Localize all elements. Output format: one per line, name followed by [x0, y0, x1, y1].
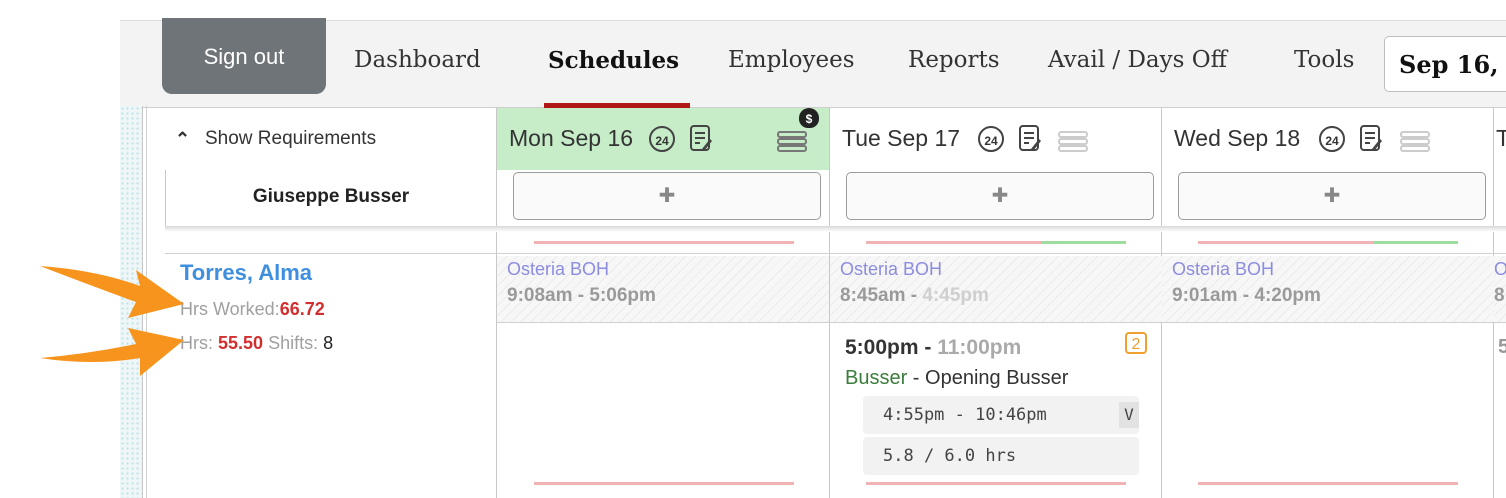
shift-hours: 5.8 / 6.0 hrs	[863, 437, 1139, 475]
nav-dashboard[interactable]: Dashboard	[354, 47, 481, 73]
coverage-bar-filled	[1041, 241, 1126, 244]
coverage-bar	[866, 241, 1041, 244]
punch-times: 4:55pm - 10:46pm V	[863, 396, 1139, 434]
verified-flag[interactable]: V	[1119, 402, 1139, 428]
coverage-bar	[534, 482, 794, 485]
add-shift-cell-mon: ✚	[496, 170, 829, 226]
day-header-mon[interactable]: Mon Sep 16 24 $	[496, 108, 829, 170]
notes-icon[interactable]	[1360, 125, 1382, 153]
add-shift-cell-tue: ✚	[829, 170, 1162, 226]
shift-role: Busser - Opening Busser	[845, 367, 1068, 390]
day-label: Mon Sep 16	[509, 125, 634, 151]
location-label: Osteria BOH	[1172, 259, 1275, 279]
availability-time: 9:08am - 5:06pm	[507, 285, 656, 307]
day-header-tue[interactable]: Tue Sep 17 24	[829, 108, 1162, 170]
availability-time: 8:45am - 4:45pm	[840, 285, 989, 307]
shift-start: 5:00pm -	[845, 336, 938, 359]
nav-reports[interactable]: Reports	[908, 47, 1000, 73]
employee-name-link[interactable]: Torres, Alma	[180, 260, 312, 286]
coverage-bar-filled	[1373, 241, 1458, 244]
date-picker[interactable]: Sep 16,	[1384, 36, 1506, 92]
header-shadow	[165, 226, 1506, 232]
location-label: O	[1494, 259, 1506, 279]
day-label: T	[1496, 125, 1506, 152]
nav-tools[interactable]: Tools	[1294, 47, 1354, 73]
shifts-value: 8	[323, 333, 334, 353]
coverage-bar	[1198, 241, 1373, 244]
notes-icon[interactable]	[1019, 125, 1041, 153]
annotation-arrow-icon	[40, 266, 184, 318]
hours-worked-value: 66.72	[279, 299, 325, 319]
shift-time: 5:00pm - 11:00pm	[845, 336, 1021, 360]
24-hour-icon[interactable]: 24	[978, 126, 1004, 152]
stack-icon[interactable]	[1400, 128, 1430, 154]
shift-count-badge[interactable]: 2	[1125, 332, 1147, 354]
shift-separator: -	[907, 367, 926, 389]
coverage-bar	[1198, 482, 1458, 485]
availability-cell-wed[interactable]: Osteria BOH 9:01am - 4:20pm	[1162, 256, 1494, 322]
add-shift-button[interactable]: ✚	[1178, 172, 1486, 220]
day-label: Tue Sep 17	[842, 125, 961, 151]
location-label: Osteria BOH	[840, 259, 943, 279]
stack-icon[interactable]	[777, 128, 807, 154]
row-divider	[165, 253, 1506, 254]
nav-schedules[interactable]: Schedules	[548, 47, 679, 74]
shift-position: Busser	[845, 367, 908, 389]
annotation-arrow-icon	[40, 328, 184, 376]
location-label: Osteria BOH	[507, 259, 610, 279]
availability-start: 8:45am -	[840, 285, 923, 306]
shift-end: 11:00pm	[937, 336, 1022, 359]
add-shift-button[interactable]: ✚	[513, 172, 821, 220]
nav-employees[interactable]: Employees	[728, 47, 855, 73]
day-header-wed[interactable]: Wed Sep 18 24	[1161, 108, 1494, 170]
shift-card[interactable]: 5:00pm - 11:00pm 2 Busser - Opening Buss…	[829, 324, 1159, 484]
availability-cell-mon[interactable]: Osteria BOH 9:08am - 5:06pm	[497, 256, 829, 322]
add-shift-cell-thu	[1493, 170, 1506, 226]
add-shift-cell-wed: ✚	[1161, 170, 1494, 226]
notes-icon[interactable]	[690, 125, 712, 153]
availability-cell-thu[interactable]: O 8	[1494, 256, 1506, 322]
availability-time: 9:01am - 4:20pm	[1172, 285, 1321, 307]
availability-end: 4:45pm	[922, 285, 989, 306]
day-header-thu[interactable]: T	[1493, 108, 1506, 170]
coverage-bar	[534, 241, 794, 244]
shifts-label: Shifts:	[268, 333, 319, 353]
position-name: Giuseppe Busser	[165, 170, 496, 226]
availability-range: 8	[1494, 285, 1505, 306]
double-chevron-up-icon: ⌃	[175, 129, 191, 149]
hours-worked-label: Hrs Worked:	[180, 299, 280, 319]
availability-cell-tue[interactable]: Osteria BOH 8:45am - 4:45pm	[830, 256, 1162, 322]
add-shift-button[interactable]: ✚	[846, 172, 1154, 220]
availability-range: 9:01am - 4:20pm	[1172, 285, 1321, 306]
sign-out-button[interactable]: Sign out	[162, 18, 326, 94]
stack-icon[interactable]	[1058, 128, 1088, 154]
availability-range: 9:08am - 5:06pm	[507, 285, 656, 306]
hours-value: 55.50	[218, 333, 264, 353]
day-label: Wed Sep 18	[1174, 125, 1301, 151]
row-divider	[497, 322, 1506, 323]
show-requirements-label: Show Requirements	[205, 128, 377, 149]
show-requirements-toggle[interactable]: ⌃ Show Requirements	[165, 108, 495, 170]
next-day-shift-partial[interactable]: 5	[1498, 336, 1506, 359]
nav-avail-days-off[interactable]: Avail / Days Off	[1048, 47, 1227, 73]
24-hour-icon[interactable]: 24	[1319, 126, 1345, 152]
24-hour-icon[interactable]: 24	[649, 126, 675, 152]
money-bag-icon[interactable]: $	[799, 108, 819, 128]
scheduled-hours-stat: Hrs: 55.50 Shifts: 8	[180, 333, 333, 354]
hours-worked-stat: Hrs Worked:66.72	[180, 299, 325, 320]
punch-range: 4:55pm - 10:46pm	[883, 405, 1047, 425]
shift-description: Opening Busser	[925, 367, 1069, 389]
